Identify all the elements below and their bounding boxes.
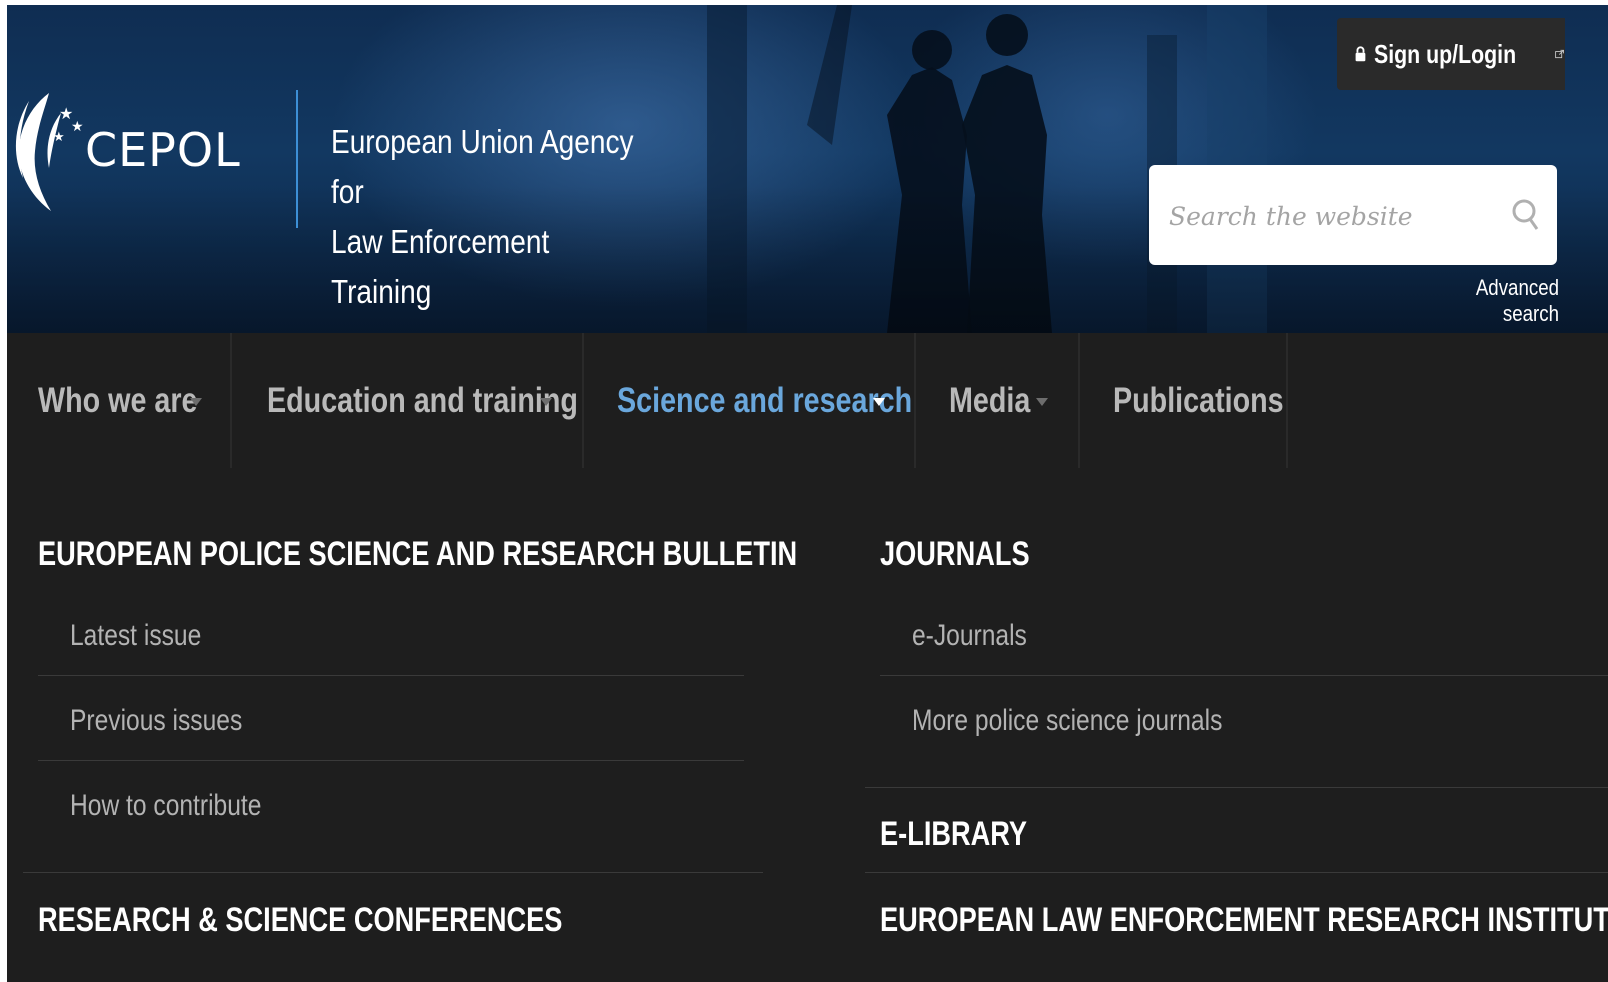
nav-label: Education and training — [267, 380, 578, 420]
advanced-search-link[interactable]: Advanced search — [1430, 275, 1559, 327]
chevron-down-icon — [1036, 398, 1048, 406]
nav-education-and-training[interactable]: Education and training — [232, 333, 584, 468]
menu-heading-bulletin[interactable]: EUROPEAN POLICE SCIENCE AND RESEARCH BUL… — [38, 535, 797, 574]
chevron-down-icon — [540, 398, 552, 406]
search-icon[interactable] — [1511, 197, 1541, 233]
logo-divider — [296, 90, 298, 228]
divider — [865, 872, 1608, 873]
divider — [23, 872, 763, 873]
agency-name: European Union Agency for Law Enforcemen… — [331, 117, 637, 317]
chevron-down-icon — [873, 398, 885, 406]
agency-name-line2: Law Enforcement Training — [331, 223, 550, 310]
logo-text[interactable]: CEPOL — [85, 123, 241, 177]
divider — [38, 675, 744, 676]
search-box — [1149, 165, 1557, 265]
search-input[interactable] — [1167, 193, 1491, 239]
nav-label: Science and research — [617, 380, 913, 420]
nav-label: Publications — [1113, 380, 1284, 420]
nav-label: Media — [949, 380, 1031, 420]
divider — [865, 787, 1608, 788]
menu-heading-conferences[interactable]: RESEARCH & SCIENCE CONFERENCES — [38, 901, 562, 940]
nav-science-and-research[interactable]: Science and research — [584, 333, 916, 468]
agency-name-line1: European Union Agency for — [331, 123, 634, 210]
cepol-logo-icon: ★ ★ ★ — [15, 93, 84, 211]
menu-heading-e-library[interactable]: E-LIBRARY — [880, 815, 1027, 854]
menu-item-previous-issues[interactable]: Previous issues — [70, 704, 242, 738]
divider — [38, 760, 744, 761]
svg-text:★: ★ — [71, 119, 84, 135]
menu-heading-research-institutions[interactable]: EUROPEAN LAW ENFORCEMENT RESEARCH INSTIT… — [880, 901, 1608, 940]
login-label: Sign up/Login — [1373, 38, 1517, 69]
menu-heading-journals[interactable]: JOURNALS — [880, 535, 1030, 574]
site-header: ★ ★ ★ CEPOL European Union Agency for La… — [7, 5, 1608, 333]
external-link-icon — [1555, 49, 1565, 59]
chevron-down-icon — [190, 398, 202, 406]
nav-who-we-are[interactable]: Who we are — [7, 333, 232, 468]
main-nav: Who we are Education and training Scienc… — [7, 333, 1608, 468]
svg-text:★: ★ — [53, 130, 65, 145]
menu-item-latest-issue[interactable]: Latest issue — [70, 619, 201, 653]
menu-item-e-journals[interactable]: e-Journals — [912, 619, 1027, 653]
nav-publications[interactable]: Publications — [1080, 333, 1288, 468]
nav-label: Who we are — [38, 380, 198, 420]
menu-item-more-journals[interactable]: More police science journals — [912, 704, 1222, 738]
nav-media[interactable]: Media — [916, 333, 1080, 468]
lock-icon — [1355, 46, 1366, 62]
divider — [880, 675, 1608, 676]
menu-item-how-to-contribute[interactable]: How to contribute — [70, 789, 261, 823]
login-button[interactable]: Sign up/Login — [1337, 18, 1565, 90]
page-frame: ★ ★ ★ CEPOL European Union Agency for La… — [7, 5, 1608, 982]
